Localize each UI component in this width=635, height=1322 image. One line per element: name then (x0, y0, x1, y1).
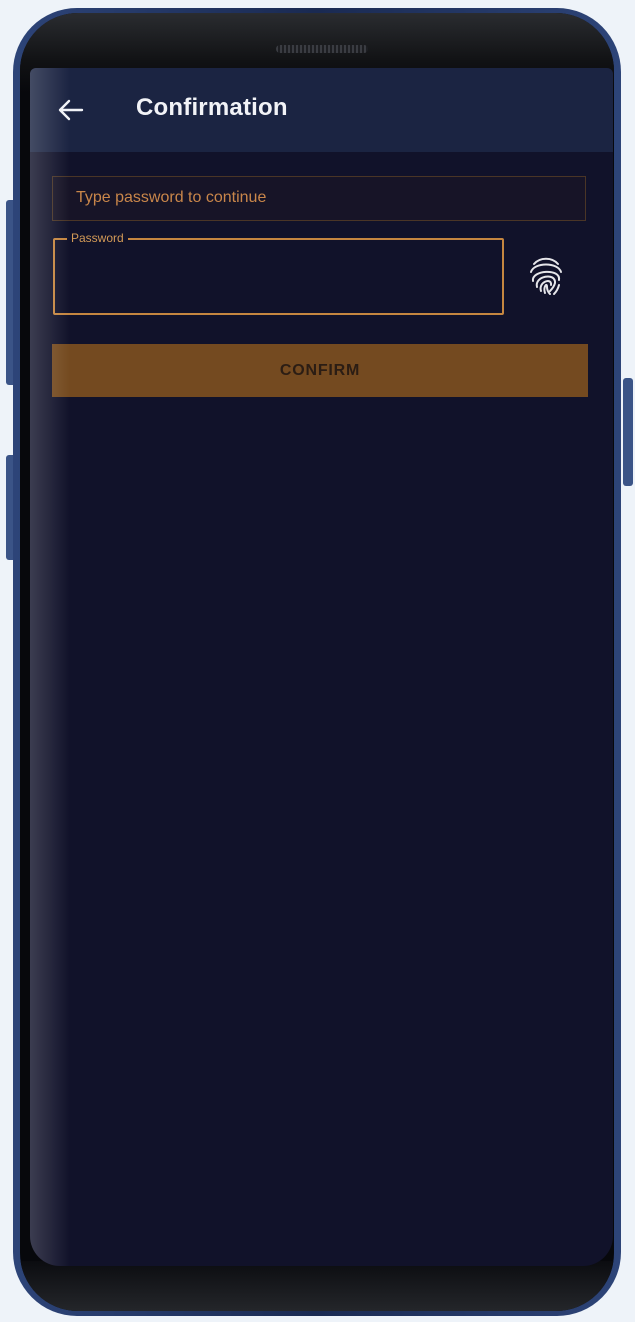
password-field[interactable]: Password (53, 230, 504, 315)
password-input[interactable] (67, 262, 491, 294)
arrow-left-icon[interactable] (58, 98, 84, 122)
bezel-bottom (20, 1261, 614, 1311)
page-title: Confirmation (136, 94, 288, 121)
password-label: Password (67, 230, 128, 246)
fingerprint-icon[interactable] (526, 254, 566, 296)
confirm-button[interactable]: CONFIRM (52, 344, 588, 397)
hint-banner: Type password to continue (52, 176, 586, 221)
power-button (623, 378, 633, 486)
device-stage: Confirmation Type password to continue P… (0, 0, 635, 1322)
app-bar: Confirmation (30, 68, 613, 152)
app-screen: Confirmation Type password to continue P… (30, 68, 613, 1266)
earpiece-speaker (276, 45, 368, 53)
hint-text: Type password to continue (76, 189, 267, 206)
